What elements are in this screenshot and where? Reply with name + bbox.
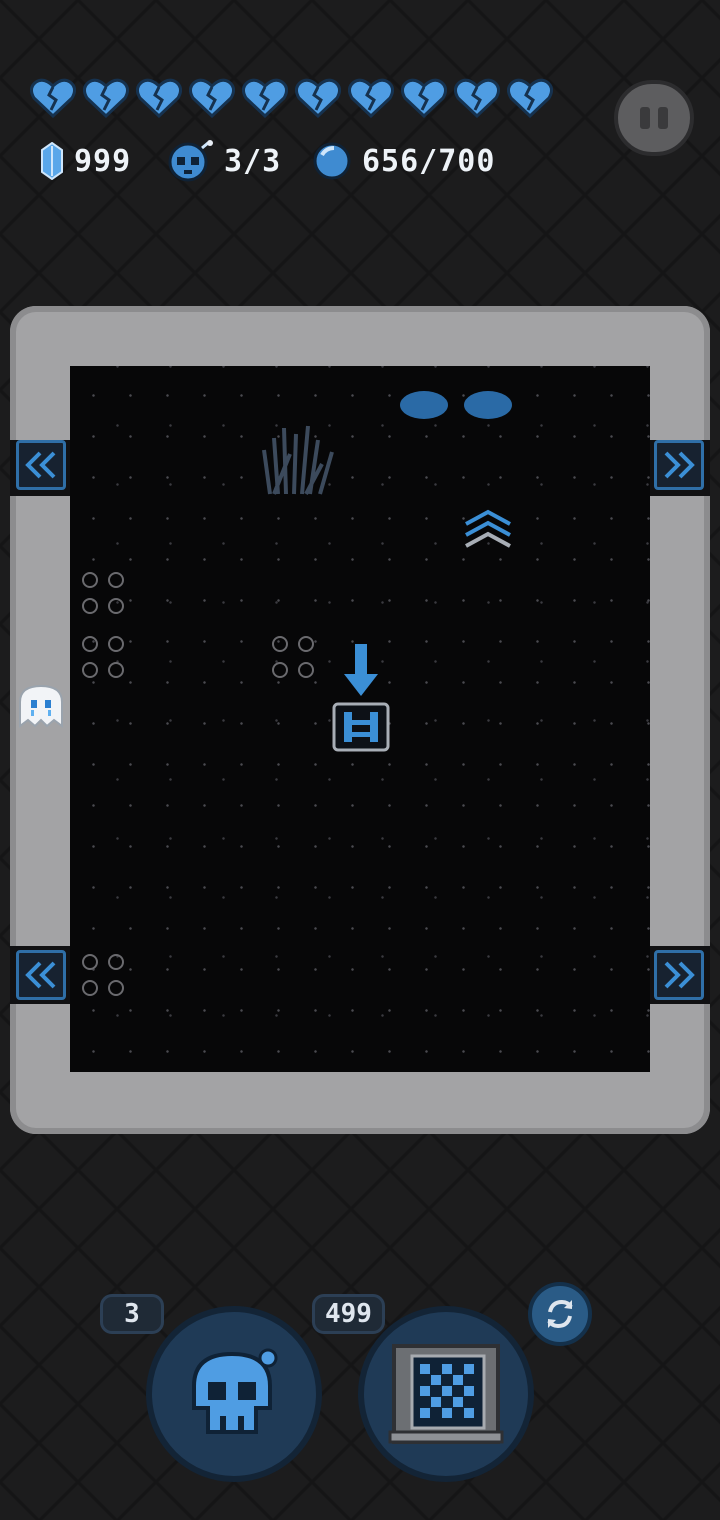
- spike-trap: [82, 636, 124, 678]
- health-hearts: [30, 78, 553, 118]
- broken-heart-icon: [83, 78, 129, 118]
- spike-trap: [272, 636, 314, 678]
- pressure-pad-left: [400, 391, 448, 419]
- move-right-top-button[interactable]: [654, 440, 704, 490]
- bomb-icon: [168, 140, 213, 182]
- stairs-up-icon[interactable]: [462, 508, 514, 550]
- double-chevron-right-icon: [664, 961, 695, 989]
- swap-button[interactable]: [528, 1282, 592, 1346]
- energy-count: 656/700: [362, 143, 496, 179]
- broken-heart-icon: [507, 78, 553, 118]
- broken-heart-icon: [242, 78, 288, 118]
- move-right-bottom-button[interactable]: [654, 950, 704, 1000]
- pause-icon: [640, 107, 650, 129]
- pressure-pad-right: [464, 391, 512, 419]
- pause-button[interactable]: [614, 80, 694, 156]
- bomb-action-button[interactable]: [146, 1306, 322, 1482]
- crystal-counter: 999: [40, 140, 131, 182]
- bomb-stock-count: 3: [124, 1299, 140, 1329]
- ghost-enemy[interactable]: [14, 682, 68, 730]
- crystal-icon: [41, 142, 63, 180]
- double-chevron-left-icon: [25, 961, 56, 989]
- map-action-button[interactable]: [358, 1306, 534, 1482]
- energy-orb-icon: [313, 142, 351, 180]
- broken-heart-icon: [30, 78, 76, 118]
- move-left-bottom-button[interactable]: [16, 950, 66, 1000]
- move-left-top-button[interactable]: [16, 440, 66, 490]
- bomb-stock-badge: 3: [100, 1294, 164, 1334]
- grass-tuft: [262, 425, 334, 495]
- double-chevron-left-icon: [25, 451, 56, 479]
- broken-heart-icon: [189, 78, 235, 118]
- skull-bomb-icon: [192, 1348, 278, 1434]
- swap-icon: [547, 1299, 573, 1329]
- double-chevron-right-icon: [664, 451, 695, 479]
- spike-trap: [82, 572, 124, 614]
- map-cost-value: 499: [325, 1299, 372, 1329]
- map-grid-icon: [388, 1344, 504, 1444]
- map-cost-badge: 499: [312, 1294, 385, 1334]
- player-character[interactable]: [330, 640, 392, 754]
- bomb-counter: 3/3: [168, 140, 281, 182]
- broken-heart-icon: [401, 78, 447, 118]
- broken-heart-icon: [348, 78, 394, 118]
- spike-trap: [82, 954, 124, 996]
- broken-heart-icon: [295, 78, 341, 118]
- broken-heart-icon: [454, 78, 500, 118]
- bomb-count: 3/3: [224, 143, 282, 179]
- broken-heart-icon: [136, 78, 182, 118]
- energy-counter: 656/700: [312, 140, 495, 182]
- crystal-count: 999: [74, 143, 132, 179]
